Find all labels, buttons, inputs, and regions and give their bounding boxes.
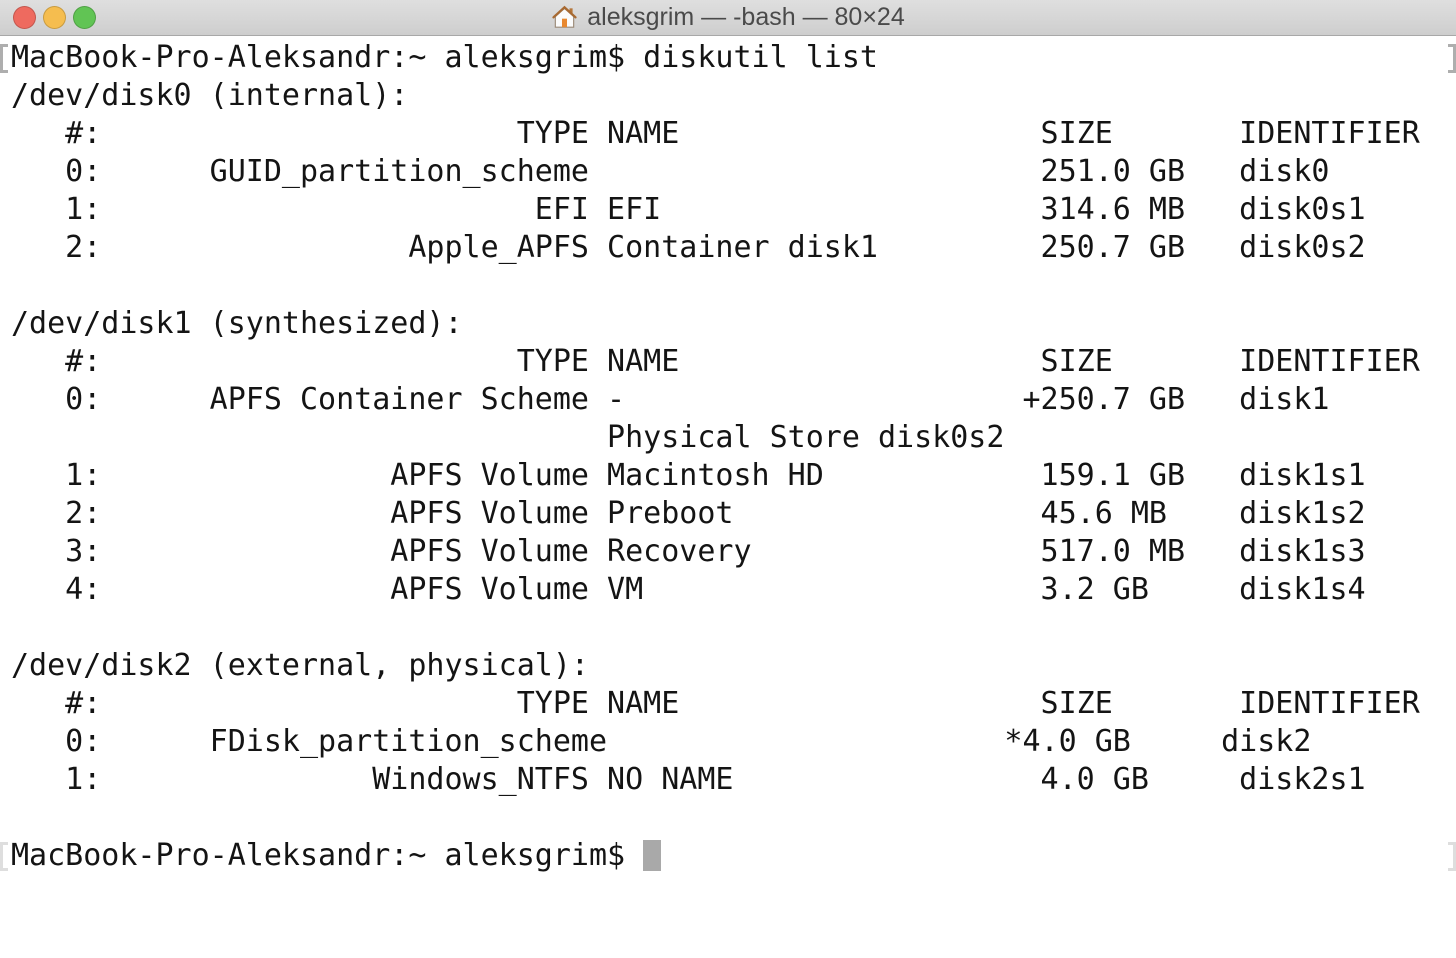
disk1-row-3: 3: APFS Volume Recovery 517.0 MB disk1s3 xyxy=(0,533,1456,571)
terminal-cursor xyxy=(643,840,661,871)
close-button[interactable] xyxy=(13,6,36,29)
prompt-mark-right-icon xyxy=(1448,44,1456,73)
terminal-line-text: /dev/disk1 (synthesized): xyxy=(0,305,1456,343)
terminal-line-text: #: TYPE NAME SIZE IDENTIFIER xyxy=(0,115,1456,153)
minimize-button[interactable] xyxy=(43,6,66,29)
zoom-button[interactable] xyxy=(73,6,96,29)
blank-line xyxy=(0,799,1456,837)
disk0-header: #: TYPE NAME SIZE IDENTIFIER xyxy=(0,115,1456,153)
prompt-mark-right-icon xyxy=(1448,842,1456,871)
disk1-title: /dev/disk1 (synthesized): xyxy=(0,305,1456,343)
prompt-mark-left-icon xyxy=(0,44,8,73)
terminal-line-text: 2: Apple_APFS Container disk1 250.7 GB d… xyxy=(0,229,1456,267)
terminal-line-text: 1: Windows_NTFS NO NAME 4.0 GB disk2s1 xyxy=(0,761,1456,799)
terminal-line-text: MacBook-Pro-Aleksandr:~ aleksgrim$ xyxy=(0,837,1456,875)
terminal-line-text: 0: GUID_partition_scheme 251.0 GB disk0 xyxy=(0,153,1456,191)
terminal-line-text: 1: EFI EFI 314.6 MB disk0s1 xyxy=(0,191,1456,229)
disk1-row-2: 2: APFS Volume Preboot 45.6 MB disk1s2 xyxy=(0,495,1456,533)
terminal-window: aleksgrim — -bash — 80×24 MacBook-Pro-Al… xyxy=(0,0,1456,958)
traffic-lights xyxy=(13,6,96,29)
terminal-line-text: 2: APFS Volume Preboot 45.6 MB disk1s2 xyxy=(0,495,1456,533)
terminal-line-text: #: TYPE NAME SIZE IDENTIFIER xyxy=(0,685,1456,723)
disk1-row-0: 0: APFS Container Scheme - +250.7 GB dis… xyxy=(0,381,1456,419)
window-title: aleksgrim — -bash — 80×24 xyxy=(587,3,905,32)
terminal-line-text: Physical Store disk0s2 xyxy=(0,419,1456,457)
title-bar[interactable]: aleksgrim — -bash — 80×24 xyxy=(0,0,1456,36)
terminal-line-text: 0: FDisk_partition_scheme *4.0 GB disk2 xyxy=(0,723,1456,761)
disk2-row-1: 1: Windows_NTFS NO NAME 4.0 GB disk2s1 xyxy=(0,761,1456,799)
window-title-group: aleksgrim — -bash — 80×24 xyxy=(551,3,905,32)
terminal-screen[interactable]: MacBook-Pro-Aleksandr:~ aleksgrim$ disku… xyxy=(0,36,1456,957)
terminal-line-text: 0: APFS Container Scheme - +250.7 GB dis… xyxy=(0,381,1456,419)
disk2-row-0: 0: FDisk_partition_scheme *4.0 GB disk2 xyxy=(0,723,1456,761)
disk0-title: /dev/disk0 (internal): xyxy=(0,77,1456,115)
terminal-line-text: 1: APFS Volume Macintosh HD 159.1 GB dis… xyxy=(0,457,1456,495)
terminal-line-text: /dev/disk2 (external, physical): xyxy=(0,647,1456,685)
disk0-row-2: 2: Apple_APFS Container disk1 250.7 GB d… xyxy=(0,229,1456,267)
blank-line xyxy=(0,609,1456,647)
disk1-row-0-continuation: Physical Store disk0s2 xyxy=(0,419,1456,457)
blank-line xyxy=(0,267,1456,305)
disk0-row-1: 1: EFI EFI 314.6 MB disk0s1 xyxy=(0,191,1456,229)
disk0-row-0: 0: GUID_partition_scheme 251.0 GB disk0 xyxy=(0,153,1456,191)
terminal-line-text: MacBook-Pro-Aleksandr:~ aleksgrim$ disku… xyxy=(0,39,1456,77)
disk1-row-4: 4: APFS Volume VM 3.2 GB disk1s4 xyxy=(0,571,1456,609)
prompt-command-line: MacBook-Pro-Aleksandr:~ aleksgrim$ disku… xyxy=(0,39,1456,77)
terminal-line-text: 4: APFS Volume VM 3.2 GB disk1s4 xyxy=(0,571,1456,609)
prompt-mark-left-icon xyxy=(0,842,8,871)
disk1-row-1: 1: APFS Volume Macintosh HD 159.1 GB dis… xyxy=(0,457,1456,495)
terminal-line-text: #: TYPE NAME SIZE IDENTIFIER xyxy=(0,343,1456,381)
disk2-header: #: TYPE NAME SIZE IDENTIFIER xyxy=(0,685,1456,723)
prompt-line: MacBook-Pro-Aleksandr:~ aleksgrim$ xyxy=(0,837,1456,875)
home-folder-icon xyxy=(551,4,578,31)
terminal-line-text: 3: APFS Volume Recovery 517.0 MB disk1s3 xyxy=(0,533,1456,571)
disk2-title: /dev/disk2 (external, physical): xyxy=(0,647,1456,685)
terminal-line-text: /dev/disk0 (internal): xyxy=(0,77,1456,115)
disk1-header: #: TYPE NAME SIZE IDENTIFIER xyxy=(0,343,1456,381)
